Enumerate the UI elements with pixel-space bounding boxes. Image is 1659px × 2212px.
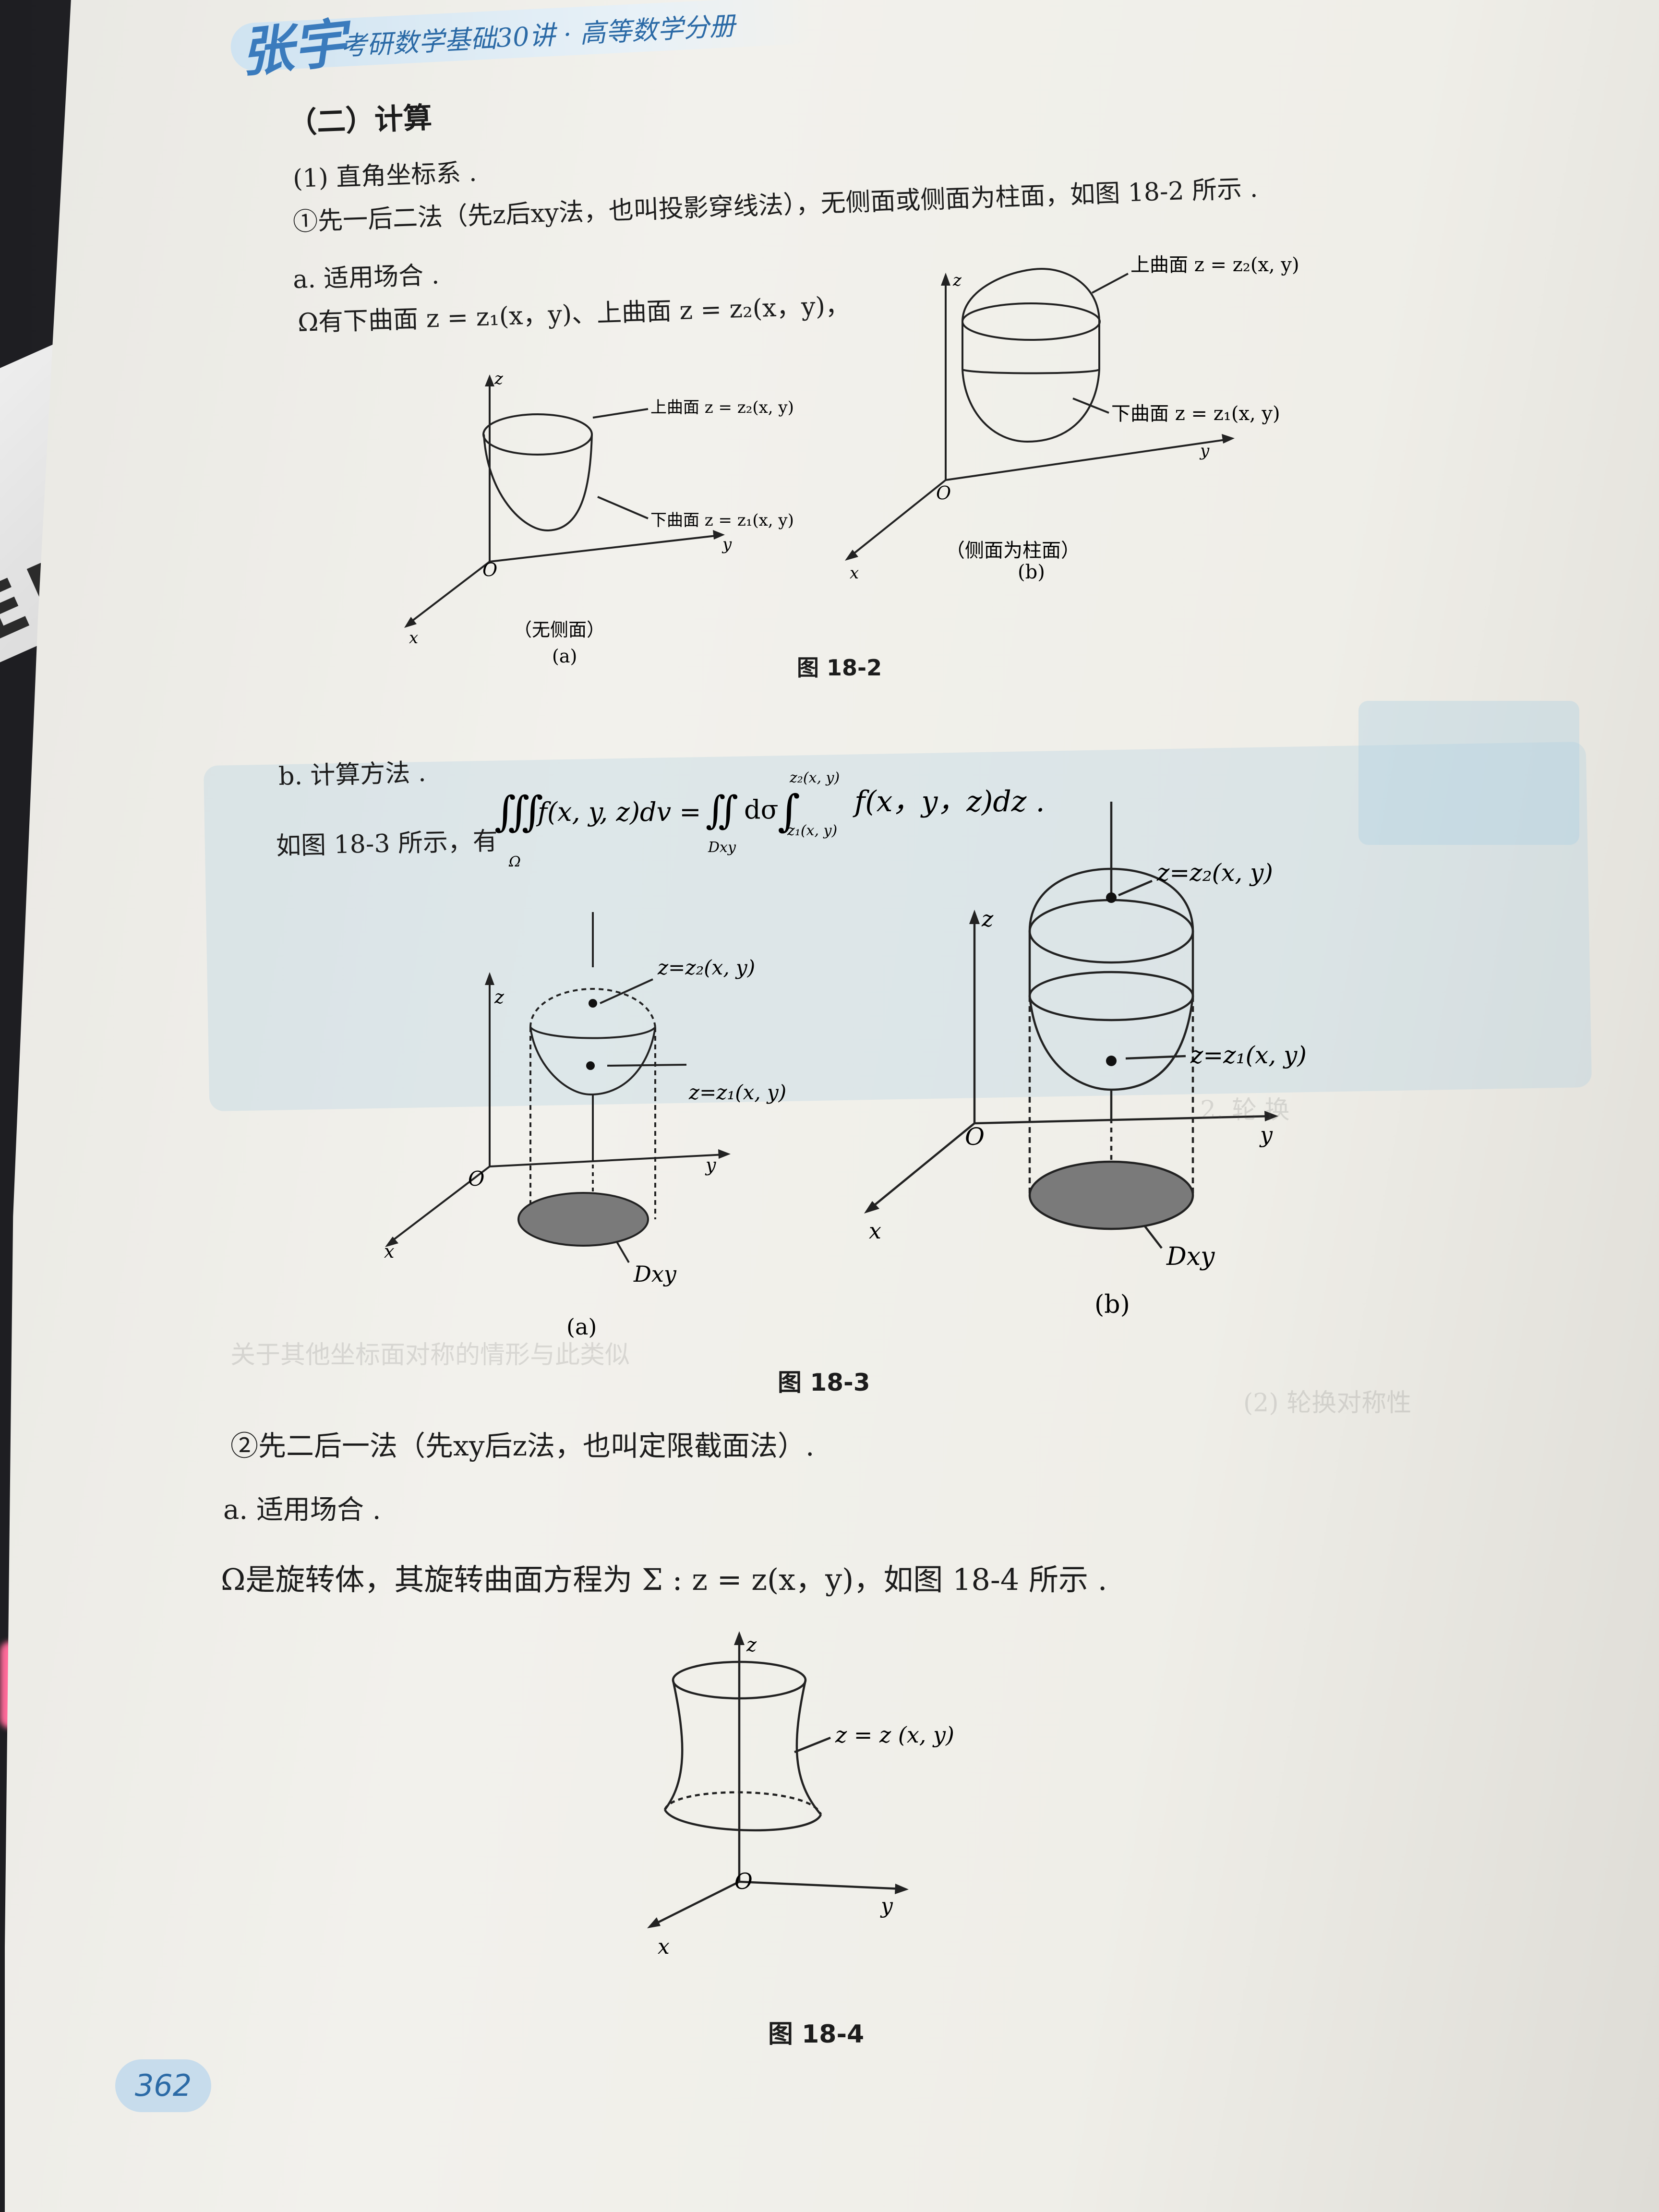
origin-label: O bbox=[965, 1123, 985, 1151]
figure-18-2-caption: 图 18-2 bbox=[797, 655, 882, 681]
figure-note: （侧面为柱面） bbox=[946, 540, 1080, 562]
origin-label: O bbox=[468, 1167, 484, 1190]
region-label: Dxy bbox=[1166, 1242, 1215, 1271]
x-label: x bbox=[384, 1241, 394, 1262]
y-label: y bbox=[705, 1154, 716, 1176]
x-axis bbox=[868, 1122, 975, 1211]
y-label: y bbox=[721, 535, 732, 554]
z-label: z bbox=[952, 271, 962, 290]
item-1: (1) 直角坐标系 . bbox=[292, 158, 478, 193]
lower-surface bbox=[962, 369, 1100, 443]
x-axis bbox=[849, 479, 947, 558]
subfigure-label: (b) bbox=[1018, 561, 1045, 583]
left-profile bbox=[664, 1680, 684, 1811]
projection-region bbox=[1028, 1160, 1194, 1230]
y-axis bbox=[945, 438, 1229, 481]
surface-label: z = z (x, y) bbox=[835, 1722, 954, 1748]
lower-surface-label: 下曲面 z = z₁(x, y) bbox=[650, 511, 794, 530]
d-sigma: dσ bbox=[744, 794, 778, 825]
triple-integral-sign: ∭ bbox=[494, 788, 543, 836]
y-axis bbox=[489, 534, 721, 563]
y-axis bbox=[739, 1880, 903, 1890]
a2-text: Ω是旋转体，其旋转曲面方程为 Σ : z = z(x，y)，如图 18-4 所示… bbox=[221, 1562, 1107, 1597]
upper-surface bbox=[962, 267, 1100, 322]
figure-18-3b: z y x O z=z₂(x, y) z=z₁(x, y) Dxy (b) bbox=[864, 802, 1307, 1319]
x-label: x bbox=[409, 628, 418, 648]
figure-18-3-caption: 图 18-3 bbox=[778, 1369, 870, 1396]
y-axis bbox=[489, 1154, 725, 1167]
subfigure-label: (a) bbox=[552, 646, 577, 667]
upper-surface-label: 上曲面 z = z₂(x, y) bbox=[1130, 254, 1299, 276]
upper-surface-label: z=z₂(x, y) bbox=[1156, 859, 1273, 887]
z-label: z bbox=[981, 906, 994, 932]
x-label: x bbox=[869, 1218, 881, 1244]
lower-surface-label: z=z₁(x, y) bbox=[1190, 1041, 1307, 1069]
z-label: z bbox=[746, 1634, 757, 1656]
z-label: z bbox=[494, 369, 504, 388]
header-logo: 张宇 bbox=[237, 11, 349, 84]
double-integral-domain: Dxy bbox=[708, 839, 736, 856]
triple-integral-domain: Ω bbox=[508, 854, 521, 870]
b-label: b. 计算方法 . bbox=[278, 758, 427, 791]
integrand-left: f(x, y, z)dv = bbox=[536, 797, 701, 827]
a-text: Ω有下曲面 z = z₁(x，y)、上曲面 z = z₂(x，y)， bbox=[297, 291, 851, 337]
y-label: y bbox=[880, 1894, 893, 1918]
lower-limit: z₁(x, y) bbox=[787, 822, 837, 839]
ghost-text: 关于其他坐标面对称的情形与此类似 bbox=[230, 1341, 630, 1370]
figure-18-3a: z y x O z=z₂(x, y) z=z₁(x, y) Dxy (a) bbox=[384, 912, 786, 1339]
y-label: y bbox=[1199, 441, 1210, 460]
b-text: 如图 18-3 所示，有 bbox=[276, 827, 498, 861]
x-label: x bbox=[658, 1935, 670, 1959]
upper-surface-rim bbox=[482, 413, 593, 456]
projection-region bbox=[517, 1192, 649, 1247]
origin-label: O bbox=[482, 559, 497, 580]
ghost-text: (2) 轮换对称性 bbox=[1243, 1389, 1412, 1418]
z-label: z bbox=[494, 986, 505, 1008]
double-integral-sign: ∬ bbox=[706, 788, 738, 832]
figure-18-4: z y x O z = z (x, y) bbox=[647, 1631, 954, 1959]
method-2: ②先二后一法（先xy后z法，也叫定限截面法）. bbox=[230, 1430, 815, 1462]
a-label: a. 适用场合 . bbox=[292, 261, 440, 294]
lower-surface-label: 下曲面 z = z₁(x, y) bbox=[1111, 403, 1280, 425]
figure-note: （无侧面） bbox=[514, 619, 605, 640]
lower-surface-label: z=z₁(x, y) bbox=[688, 1081, 786, 1104]
page-number: 362 bbox=[115, 2059, 211, 2112]
lower-surface bbox=[1028, 996, 1194, 1091]
figure-18-4-caption: 图 18-4 bbox=[768, 2020, 865, 2049]
upper-surface-label: 上曲面 z = z₂(x, y) bbox=[650, 398, 794, 417]
figure-18-2a: z y x O 上曲面 z = z₂(x, y) 下曲面 z = z₁(x, y… bbox=[404, 369, 794, 667]
x-axis bbox=[652, 1880, 740, 1926]
ghost-text: 2. 轮 换 bbox=[1200, 1096, 1290, 1125]
figure-18-2b: z y x O 上曲面 z = z₂(x, y) 下曲面 z = z₁(x, y… bbox=[845, 254, 1299, 583]
region-label: Dxy bbox=[633, 1261, 677, 1287]
x-label: x bbox=[850, 564, 859, 583]
x-axis bbox=[407, 561, 491, 625]
book-page: 张宇 考研数学基础30讲 · 高等数学分册 （二）计算 (1) 直角坐标系 . … bbox=[5, 0, 1659, 2212]
subfigure-label: (b) bbox=[1094, 1290, 1130, 1319]
a2-label: a. 适用场合 . bbox=[223, 1494, 381, 1526]
upper-limit: z₂(x, y) bbox=[789, 769, 840, 786]
section-heading: （二）计算 bbox=[287, 101, 433, 140]
y-label: y bbox=[1259, 1122, 1273, 1148]
origin-label: O bbox=[936, 482, 951, 504]
origin-label: O bbox=[734, 1868, 753, 1894]
upper-surface-label: z=z₂(x, y) bbox=[657, 956, 755, 979]
